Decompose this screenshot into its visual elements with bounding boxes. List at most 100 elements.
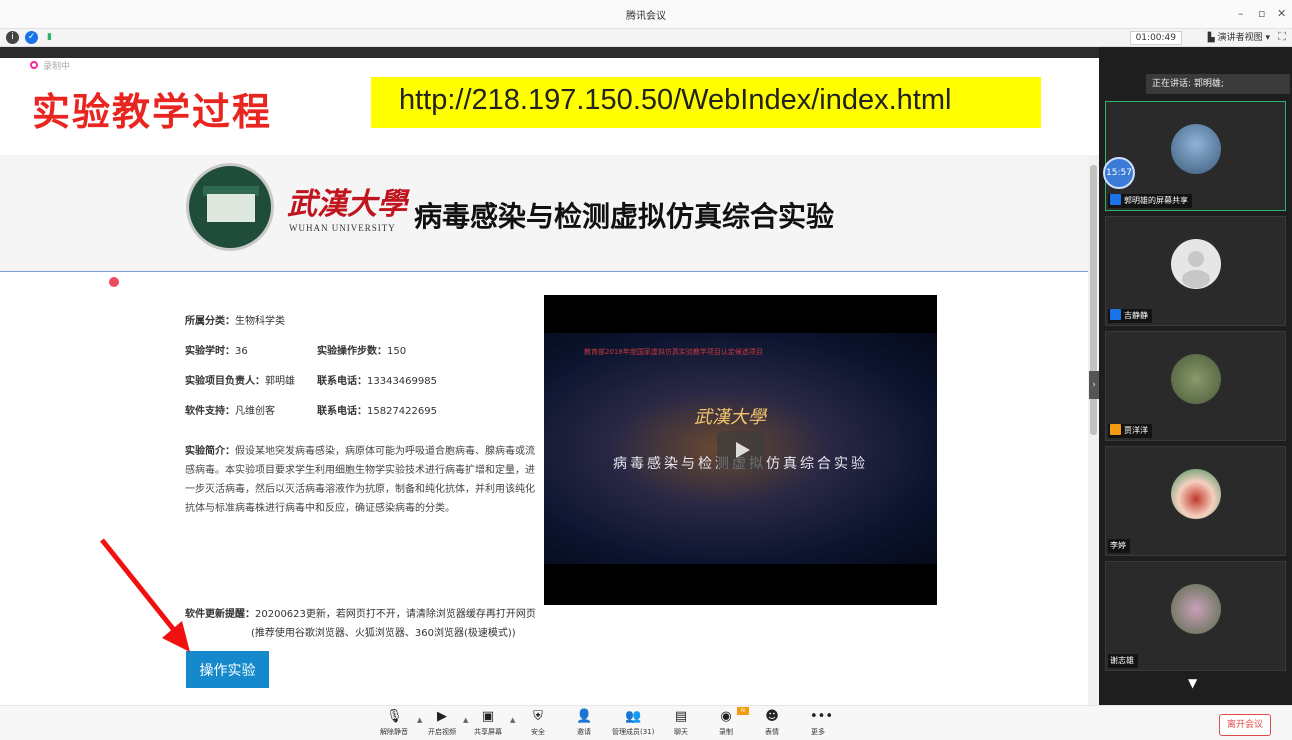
signal-icon[interactable]: ▮	[43, 31, 56, 44]
intro-video[interactable]: 教育部2018年度国家虚拟仿真实验教学项目认定候选项目 武漢大學 病毒感染与检测…	[544, 295, 937, 605]
avatar	[1171, 239, 1221, 289]
participant-tile[interactable]: 吉静静	[1105, 216, 1286, 326]
video-top-text: 教育部2018年度国家虚拟仿真实验教学项目认定候选项目	[584, 348, 763, 356]
collapse-panel-icon[interactable]: ›	[1089, 371, 1099, 399]
annotation-arrow-icon	[100, 538, 190, 652]
intro-paragraph: 实验简介：假设某地突发病毒感染，病原体可能为呼吸道合胞病毒、腺病毒或流感病毒。本…	[185, 442, 535, 518]
phone2-row: 联系电话：15827422695	[317, 402, 437, 417]
intro-label: 实验简介：	[185, 446, 235, 457]
category-row: 所属分类：生物科学类	[185, 312, 285, 327]
leave-meeting-button[interactable]: 离开会议	[1219, 714, 1271, 736]
layout-icon: ▙	[1207, 33, 1218, 43]
hours-value: 36	[235, 346, 248, 357]
user-icon	[1110, 424, 1121, 435]
audio-options-icon[interactable]: ▲	[417, 716, 422, 724]
participant-name: 贾洋洋	[1108, 424, 1152, 438]
category-value: 生物科学类	[235, 316, 285, 327]
more-icon: •••	[810, 709, 834, 724]
recording-label: 录制中	[43, 62, 71, 72]
unmute-label: 解除静音	[380, 728, 408, 736]
emoji-icon: ☻	[765, 709, 779, 724]
participant-name-text: 谢志雄	[1110, 656, 1134, 665]
pointer-dot	[109, 277, 119, 287]
video-logo: 武漢大學	[694, 407, 766, 428]
hours-row: 实验学时：36	[185, 342, 248, 357]
share-screen-icon: ▣	[481, 709, 495, 724]
shared-screen: 录制中 实验教学过程 http://218.197.150.50/WebInde…	[0, 47, 1099, 705]
shield-icon: ⛨	[533, 709, 543, 724]
steps-label: 实验操作步数：	[317, 346, 387, 357]
security-button[interactable]: ⛨ 安全	[530, 710, 546, 737]
share-screen-button[interactable]: ▣ 共享屏幕	[474, 710, 502, 737]
update-text-2: (推荐使用谷歌浏览器、火狐浏览器、360浏览器(极速模式))	[251, 628, 516, 639]
participant-tile[interactable]: 谢志雄	[1105, 561, 1286, 671]
reactions-button[interactable]: ☻ 表情	[764, 710, 780, 737]
mic-muted-icon: 🎙	[386, 709, 403, 724]
chat-label: 聊天	[674, 728, 688, 736]
phone1-value: 13343469985	[367, 376, 437, 387]
unmute-button[interactable]: 🎙 解除静音	[380, 710, 408, 737]
site-header: 武漢大學 WUHAN UNIVERSITY 病毒感染与检测虚拟仿真综合实验	[0, 155, 1088, 272]
url-text: http://218.197.150.50/WebIndex/index.htm…	[399, 84, 952, 116]
invite-button[interactable]: 👤 邀请	[576, 710, 592, 737]
speaking-indicator: 正在讲话: 郭明雄;	[1146, 74, 1290, 94]
university-logo-en: WUHAN UNIVERSITY	[289, 223, 396, 233]
phone1-row: 联系电话：13343469985	[317, 372, 437, 387]
update-notice: 软件更新提醒：20200623更新，若网页打不开，请清除浏览器缓存再打开网页 (推…	[185, 605, 545, 643]
minimize-icon[interactable]: –	[1238, 7, 1244, 20]
phone1-label: 联系电话：	[317, 376, 367, 387]
chat-button[interactable]: ▤ 聊天	[673, 710, 689, 737]
more-label: 更多	[811, 728, 825, 736]
record-button[interactable]: ◉ 录制	[718, 710, 734, 737]
leader-row: 实验项目负责人：郭明雄	[185, 372, 295, 387]
participant-name-text: 李婷	[1110, 541, 1126, 550]
manage-members-button[interactable]: 👥 管理成员(31)	[612, 710, 654, 737]
fullscreen-icon[interactable]: ⛶	[1278, 30, 1286, 44]
avatar	[1171, 584, 1221, 634]
members-icon: 👥	[625, 709, 642, 724]
university-logo-cn: 武漢大學	[287, 187, 407, 222]
participant-tile[interactable]: 郭明雄的屏幕共享	[1105, 101, 1286, 211]
close-icon[interactable]: ✕	[1277, 7, 1286, 20]
restore-icon[interactable]: ▫	[1258, 7, 1265, 20]
recording-icon	[30, 61, 38, 69]
support-label: 软件支持：	[185, 406, 235, 417]
intro-text: 假设某地突发病毒感染，病原体可能为呼吸道合胞病毒、腺病毒或流感病毒。本实验项目要…	[185, 446, 535, 514]
shield-icon[interactable]: ✓	[25, 31, 38, 44]
participant-name: 谢志雄	[1108, 654, 1138, 668]
scroll-down-icon[interactable]: ▼	[1188, 676, 1197, 690]
window-titlebar: 腾讯会议 – ▫ ✕	[0, 0, 1292, 29]
avatar	[1171, 354, 1221, 404]
start-video-button[interactable]: ▶ 开启视频	[428, 710, 456, 737]
record-icon: ◉	[720, 709, 732, 724]
steps-row: 实验操作步数：150	[317, 342, 406, 357]
chat-icon: ▤	[674, 709, 688, 724]
leader-label: 实验项目负责人：	[185, 376, 265, 387]
meeting-toolbar: i ✓ ▮ 01:00:49 ▙ 演讲者视图 ▾ ⛶	[0, 29, 1292, 47]
participant-name: 吉静静	[1108, 309, 1152, 323]
participant-tile[interactable]: 李婷	[1105, 446, 1286, 556]
user-icon	[1110, 309, 1121, 320]
video-options-icon[interactable]: ▲	[463, 716, 468, 724]
leader-value: 郭明雄	[265, 376, 295, 387]
university-seal-icon	[186, 163, 274, 251]
category-label: 所属分类：	[185, 316, 235, 327]
share-label: 共享屏幕	[474, 728, 502, 736]
page-scrollbar[interactable]	[1088, 155, 1099, 705]
site-title: 病毒感染与检测虚拟仿真综合实验	[414, 200, 835, 233]
meeting-controls: 🎙 解除静音 ▲ ▶ 开启视频 ▲ ▣ 共享屏幕 ▲ ⛨ 安全 👤 邀请 👥 管理成员(31…	[0, 705, 1292, 740]
participant-name-text: 郭明雄的屏幕共享	[1124, 196, 1188, 205]
info-icon[interactable]: i	[6, 31, 19, 44]
speaker-view-dropdown[interactable]: ▙ 演讲者视图 ▾	[1208, 31, 1270, 45]
new-badge: N	[737, 707, 749, 715]
speaker-view-label: 演讲者视图	[1217, 33, 1263, 43]
invite-icon: 👤	[576, 709, 593, 724]
steps-value: 150	[387, 346, 407, 357]
more-button[interactable]: ••• 更多	[810, 709, 834, 737]
participant-name: 郭明雄的屏幕共享	[1108, 194, 1192, 208]
share-options-icon[interactable]: ▲	[510, 716, 515, 724]
play-icon[interactable]	[717, 431, 765, 469]
avatar	[1171, 124, 1221, 174]
participant-tile[interactable]: 贾洋洋	[1105, 331, 1286, 441]
participant-name: 李婷	[1108, 539, 1130, 553]
